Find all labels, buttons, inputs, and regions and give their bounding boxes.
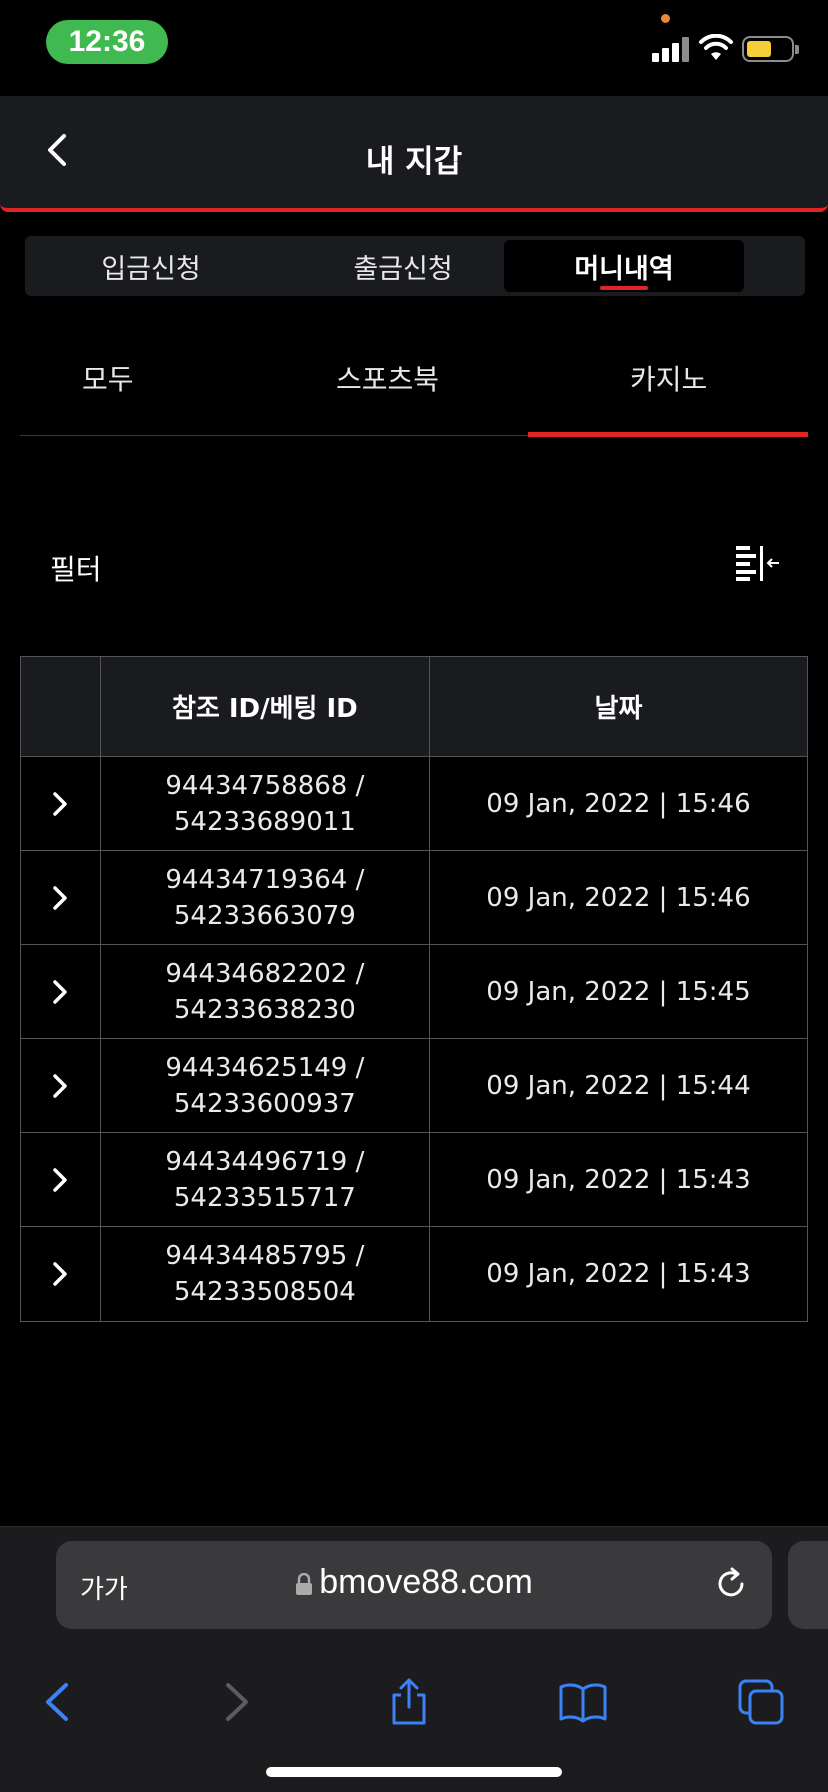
date-cell: 09 Jan, 2022 | 15:43: [486, 1259, 751, 1289]
date-cell: 09 Jan, 2022 | 15:46: [486, 882, 751, 913]
lock-icon: [296, 1573, 313, 1595]
subtab-sportsbook[interactable]: 스포츠북: [336, 358, 439, 398]
cellular-signal-icon: [652, 36, 690, 62]
expand-row-button[interactable]: [21, 945, 101, 1038]
reference-id-cell: 94434682202 / 54233638230: [101, 945, 430, 1038]
app-header: 내 지갑: [0, 96, 828, 212]
expand-row-button[interactable]: [21, 1039, 101, 1132]
date-cell: 09 Jan, 2022 | 15:46: [486, 788, 751, 819]
expand-row-button[interactable]: [21, 851, 101, 944]
table-row[interactable]: 94434625149 / 54233600937 09 Jan, 2022 | 1…: [21, 1039, 807, 1133]
browser-toolbar: 가가 bmove88.com: [0, 1526, 828, 1792]
chevron-right-icon: [53, 885, 68, 910]
bet-id: 54233600937: [173, 1088, 356, 1119]
url-text: bmove88.com: [319, 1563, 533, 1601]
status-bar: 12:36: [0, 0, 828, 94]
chevron-right-icon: [53, 1262, 68, 1286]
reference-id: 94434496719 /: [165, 1146, 365, 1177]
bet-id: 54233515717: [173, 1182, 356, 1213]
filter-toggle-icon[interactable]: [734, 544, 780, 582]
date-cell: 09 Jan, 2022 | 15:43: [486, 1164, 751, 1195]
date-cell: 09 Jan, 2022 | 15:44: [486, 1070, 751, 1101]
home-indicator: [266, 1767, 562, 1777]
filter-label: 필터: [50, 553, 102, 586]
table-header-row: 참조 ID/베팅 ID 날짜: [21, 657, 807, 757]
chevron-right-icon: [53, 1167, 68, 1192]
wallet-tab-group: 입금신청 출금신청 머니내역: [25, 236, 805, 296]
expand-row-button[interactable]: [21, 1227, 101, 1321]
active-subtab-indicator: [528, 432, 808, 437]
reference-id-cell: 94434758868 / 54233689011: [101, 757, 430, 850]
reference-id-cell: 94434496719 / 54233515717: [101, 1133, 430, 1226]
header-expand-column: [21, 657, 101, 756]
tab-deposit-request[interactable]: 입금신청: [33, 240, 269, 292]
header-reference-id: 참조 ID/베팅 ID: [101, 657, 430, 756]
share-icon[interactable]: [384, 1677, 434, 1727]
chevron-right-icon: [53, 979, 68, 1004]
mic-indicator-icon: [661, 14, 670, 23]
url-display[interactable]: bmove88.com: [56, 1563, 772, 1602]
address-bar[interactable]: 가가 bmove88.com: [56, 1541, 772, 1629]
expand-row-button[interactable]: [21, 1133, 101, 1226]
bet-id: 54233689011: [173, 806, 356, 837]
table-row[interactable]: 94434485795 / 54233508504 09 Jan, 2022 | 1…: [21, 1227, 807, 1321]
page-title: 내 지갑: [365, 144, 463, 180]
subtab-all[interactable]: 모두: [82, 358, 134, 398]
reload-icon[interactable]: [712, 1565, 750, 1603]
status-time: 12:36: [46, 20, 168, 64]
table-row[interactable]: 94434682202 / 54233638230 09 Jan, 2022 | 1…: [21, 945, 807, 1039]
browser-back-icon[interactable]: [34, 1677, 84, 1727]
next-tab-preview[interactable]: [788, 1541, 828, 1629]
tab-money-history[interactable]: 머니내역: [504, 240, 744, 292]
wifi-icon: [699, 34, 733, 60]
bet-id: 54233663079: [173, 900, 356, 931]
table-row[interactable]: 94434496719 / 54233515717 09 Jan, 2022 | 1…: [21, 1133, 807, 1227]
table-row[interactable]: 94434719364 / 54233663079 09 Jan, 2022 | 1…: [21, 851, 807, 945]
browser-forward-icon[interactable]: [210, 1677, 260, 1727]
chevron-right-icon: [53, 1073, 68, 1098]
reference-id: 94434758868 /: [165, 770, 365, 801]
tabs-icon[interactable]: [736, 1677, 786, 1727]
reference-id: 94434625149 /: [165, 1052, 365, 1083]
reference-id: 94434485795 /: [165, 1241, 365, 1271]
money-history-table: 참조 ID/베팅 ID 날짜 94434758868 / 54233689011 0…: [20, 656, 808, 1322]
active-tab-indicator: [600, 286, 648, 290]
date-cell: 09 Jan, 2022 | 15:45: [486, 976, 751, 1007]
header-date: 날짜: [594, 694, 643, 724]
expand-row-button[interactable]: [21, 757, 101, 850]
tab-withdraw-request[interactable]: 출금신청: [281, 240, 525, 292]
bet-id: 54233508504: [173, 1277, 356, 1307]
chevron-right-icon: [53, 791, 68, 816]
reference-id-cell: 94434625149 / 54233600937: [101, 1039, 430, 1132]
battery-icon: [742, 36, 799, 62]
subtab-casino[interactable]: 카지노: [630, 358, 707, 398]
category-tabs: 모두 스포츠북 카지노: [20, 330, 808, 437]
tab-money-history-label: 머니내역: [574, 253, 674, 285]
reference-id-cell: 94434719364 / 54233663079: [101, 851, 430, 944]
table-row[interactable]: 94434758868 / 54233689011 09 Jan, 2022 | 1…: [21, 757, 807, 851]
reference-id-cell: 94434485795 / 54233508504: [101, 1227, 430, 1321]
reference-id: 94434682202 /: [165, 958, 365, 989]
bet-id: 54233638230: [173, 994, 356, 1025]
reference-id: 94434719364 /: [165, 864, 365, 895]
bookmarks-icon[interactable]: [558, 1677, 608, 1727]
